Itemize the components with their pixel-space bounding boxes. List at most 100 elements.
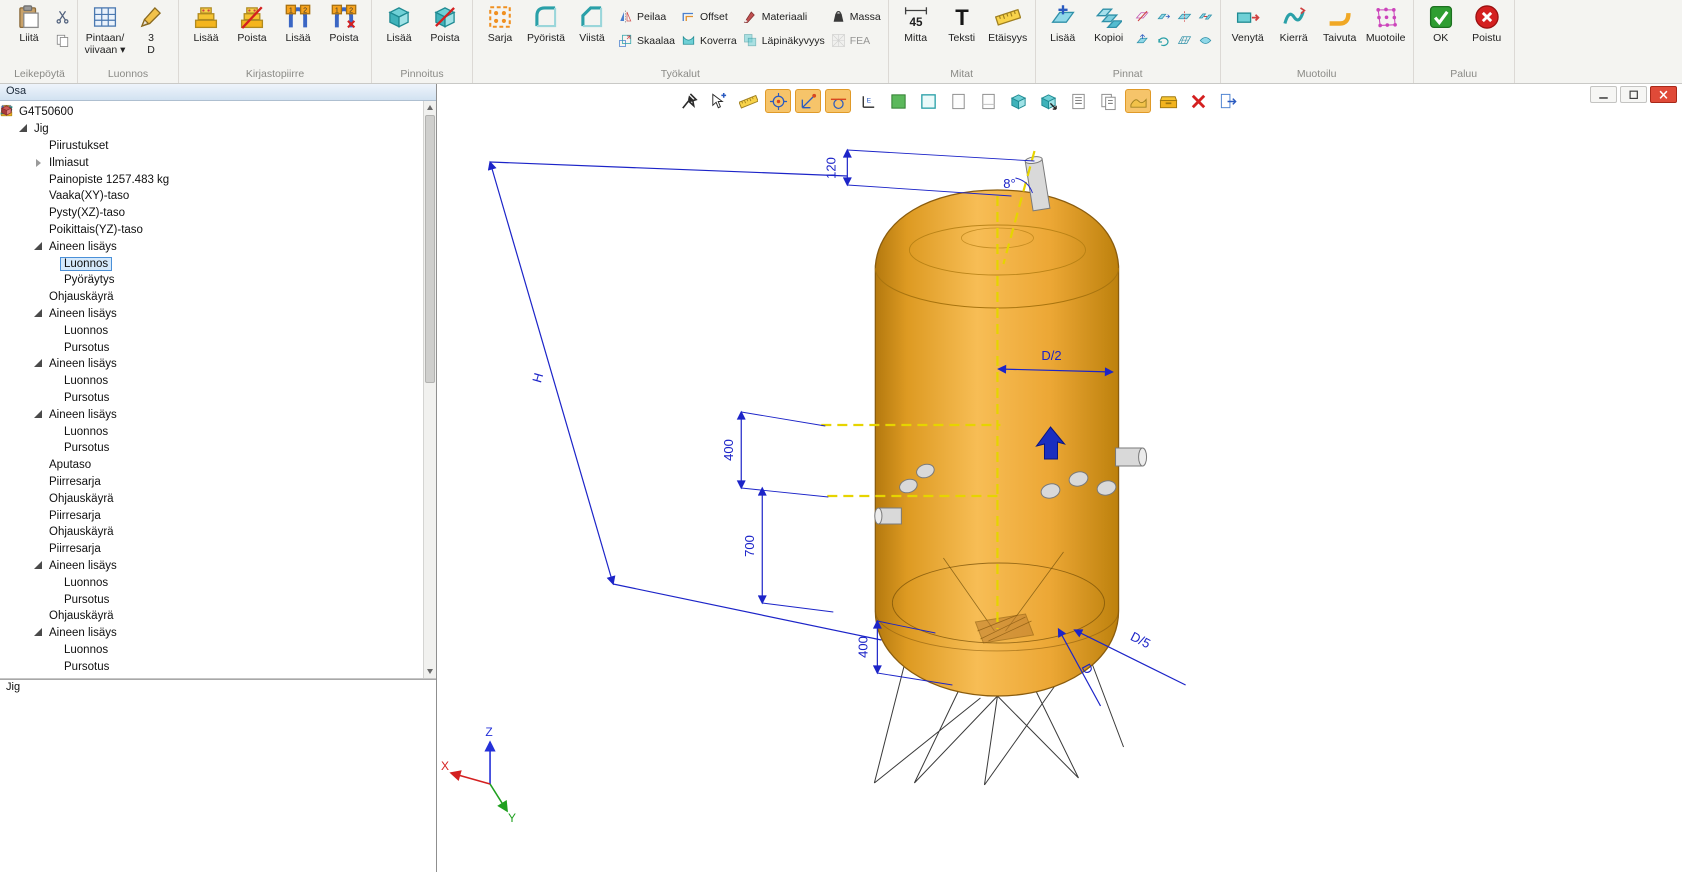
- snap-coordinate-icon: E: [859, 92, 878, 111]
- scrollbar-thumb[interactable]: [425, 115, 435, 383]
- kopioi-button[interactable]: Kopioi: [1087, 2, 1131, 60]
- sheet-copy-icon: [1099, 92, 1118, 111]
- surface-patch-button[interactable]: [1196, 31, 1215, 50]
- surface-undo-button[interactable]: [1154, 31, 1173, 50]
- form-icon: [1373, 4, 1399, 30]
- muotoile-button[interactable]: Muotoile: [1364, 2, 1408, 60]
- surface-move-button[interactable]: [1133, 31, 1152, 50]
- maximize-button[interactable]: [1620, 86, 1647, 103]
- stretch-icon: [1235, 4, 1261, 30]
- poistu-button[interactable]: Poistu: [1465, 2, 1509, 60]
- plane-outline-button[interactable]: [915, 89, 941, 113]
- ribbon-group-label: Pinnat: [1041, 67, 1215, 83]
- plane-green-button[interactable]: [885, 89, 911, 113]
- chamfer-icon: [579, 4, 605, 30]
- lisaa-button[interactable]: Lisää: [377, 2, 421, 60]
- lapinakyvyys-button[interactable]: Läpinäkyvyys: [741, 31, 827, 50]
- measure-ruler-button[interactable]: [735, 89, 761, 113]
- 3d-viewport[interactable]: E: [437, 84, 1682, 872]
- surface-extend-button[interactable]: [1154, 7, 1173, 26]
- solid-box-button[interactable]: [1005, 89, 1031, 113]
- solid-pick-button[interactable]: [1035, 89, 1061, 113]
- 3d-scene[interactable]: H 120 8° D/2 400 700 400 D/5 D Z: [437, 84, 1682, 872]
- svg-text:T: T: [955, 5, 969, 30]
- plane-green-icon: [889, 92, 908, 111]
- lisaa-button[interactable]: Lisää: [184, 2, 228, 60]
- button-label: Kopioi: [1094, 33, 1123, 45]
- snap-direction-button[interactable]: [795, 89, 821, 113]
- pyorista-button[interactable]: Pyöristä: [524, 2, 568, 60]
- sheet-lines-button[interactable]: [1065, 89, 1091, 113]
- sheet-blank-2-button[interactable]: [975, 89, 1001, 113]
- twist-icon: [1281, 4, 1307, 30]
- taivuta-button[interactable]: Taivuta: [1318, 2, 1362, 60]
- triad-labels: Z X Y: [441, 725, 516, 825]
- surface-move-icon: [1135, 33, 1150, 48]
- fea-button[interactable]: FEA: [829, 31, 883, 50]
- koverra-button[interactable]: Koverra: [679, 31, 739, 50]
- tree-item-pursotus[interactable]: Pursotus: [0, 658, 423, 675]
- scroll-up-icon[interactable]: [424, 101, 436, 114]
- etaisyys-button[interactable]: Etäisyys: [986, 2, 1030, 60]
- scroll-down-icon[interactable]: [424, 665, 436, 678]
- button-label: Sarja: [488, 33, 513, 45]
- teksti-button[interactable]: TTeksti: [940, 2, 984, 60]
- snap-point-button[interactable]: [765, 89, 791, 113]
- 3-d-button[interactable]: 3 D: [129, 2, 173, 60]
- button-label: Pintaan/ viivaan ▾: [85, 33, 126, 57]
- peilaa-button[interactable]: Peilaa: [616, 7, 677, 26]
- export-view-button[interactable]: [1215, 89, 1241, 113]
- copy-button[interactable]: [53, 31, 72, 50]
- surface-trim-button[interactable]: [1133, 7, 1152, 26]
- poista-button[interactable]: 12Poista: [322, 2, 366, 60]
- liita-button[interactable]: Liitä: [7, 2, 51, 60]
- surface-undo-icon: [1156, 33, 1171, 48]
- sheet-blank-button[interactable]: [945, 89, 971, 113]
- offset-button[interactable]: Offset: [679, 7, 739, 26]
- pintaan-viivaan-button[interactable]: Pintaan/ viivaan ▾: [83, 2, 127, 60]
- drawer-button[interactable]: [1155, 89, 1181, 113]
- main-area: Osa G4T50600JigPiirustuksetIlmiasutPaino…: [0, 84, 1682, 872]
- pin-button[interactable]: [675, 89, 701, 113]
- ok-button[interactable]: OK: [1419, 2, 1463, 60]
- select-add-icon: [709, 92, 728, 111]
- button-label: Materiaali: [762, 11, 808, 23]
- button-label: Muotoile: [1366, 33, 1406, 45]
- massa-button[interactable]: Massa: [829, 7, 883, 26]
- feature-tree: G4T50600JigPiirustuksetIlmiasutPainopist…: [0, 101, 423, 678]
- ok-icon: [1428, 4, 1454, 30]
- skaalaa-button[interactable]: Skaalaa: [616, 31, 677, 50]
- button-label: Lisää: [193, 33, 218, 45]
- venyta-button[interactable]: Venytä: [1226, 2, 1270, 60]
- snap-tangent-button[interactable]: [825, 89, 851, 113]
- to-surface-icon: [92, 4, 118, 30]
- snap-coordinate-button[interactable]: E: [855, 89, 881, 113]
- delete-red-button[interactable]: [1185, 89, 1211, 113]
- surface-split-button[interactable]: [1175, 7, 1194, 26]
- surface-grid-button[interactable]: [1175, 31, 1194, 50]
- concave-icon: [681, 33, 696, 48]
- button-label: Skaalaa: [637, 35, 675, 47]
- materiaali-button[interactable]: Materiaali: [741, 7, 827, 26]
- select-add-button[interactable]: [705, 89, 731, 113]
- lisaa-button[interactable]: Lisää: [1041, 2, 1085, 60]
- surface-shaded-button[interactable]: [1125, 89, 1151, 113]
- dim-700-label: 700: [742, 535, 757, 557]
- poista-button[interactable]: Poista: [230, 2, 274, 60]
- sheet-copy-button[interactable]: [1095, 89, 1121, 113]
- viista-button[interactable]: Viistä: [570, 2, 614, 60]
- kierra-button[interactable]: Kierrä: [1272, 2, 1316, 60]
- mitta-button[interactable]: 45Mitta: [894, 2, 938, 60]
- minimize-button[interactable]: [1590, 86, 1617, 103]
- tree-scrollbar[interactable]: [423, 101, 436, 678]
- button-label: Poista: [329, 33, 358, 45]
- lisaa-button[interactable]: 12Lisää: [276, 2, 320, 60]
- sheet-blank-icon: [949, 92, 968, 111]
- solid-box-icon: [1009, 92, 1028, 111]
- cut-button[interactable]: [53, 7, 72, 26]
- button-label: Taivuta: [1323, 33, 1356, 45]
- surface-join-button[interactable]: [1196, 7, 1215, 26]
- close-button[interactable]: [1650, 86, 1677, 103]
- poista-button[interactable]: Poista: [423, 2, 467, 60]
- sarja-button[interactable]: Sarja: [478, 2, 522, 60]
